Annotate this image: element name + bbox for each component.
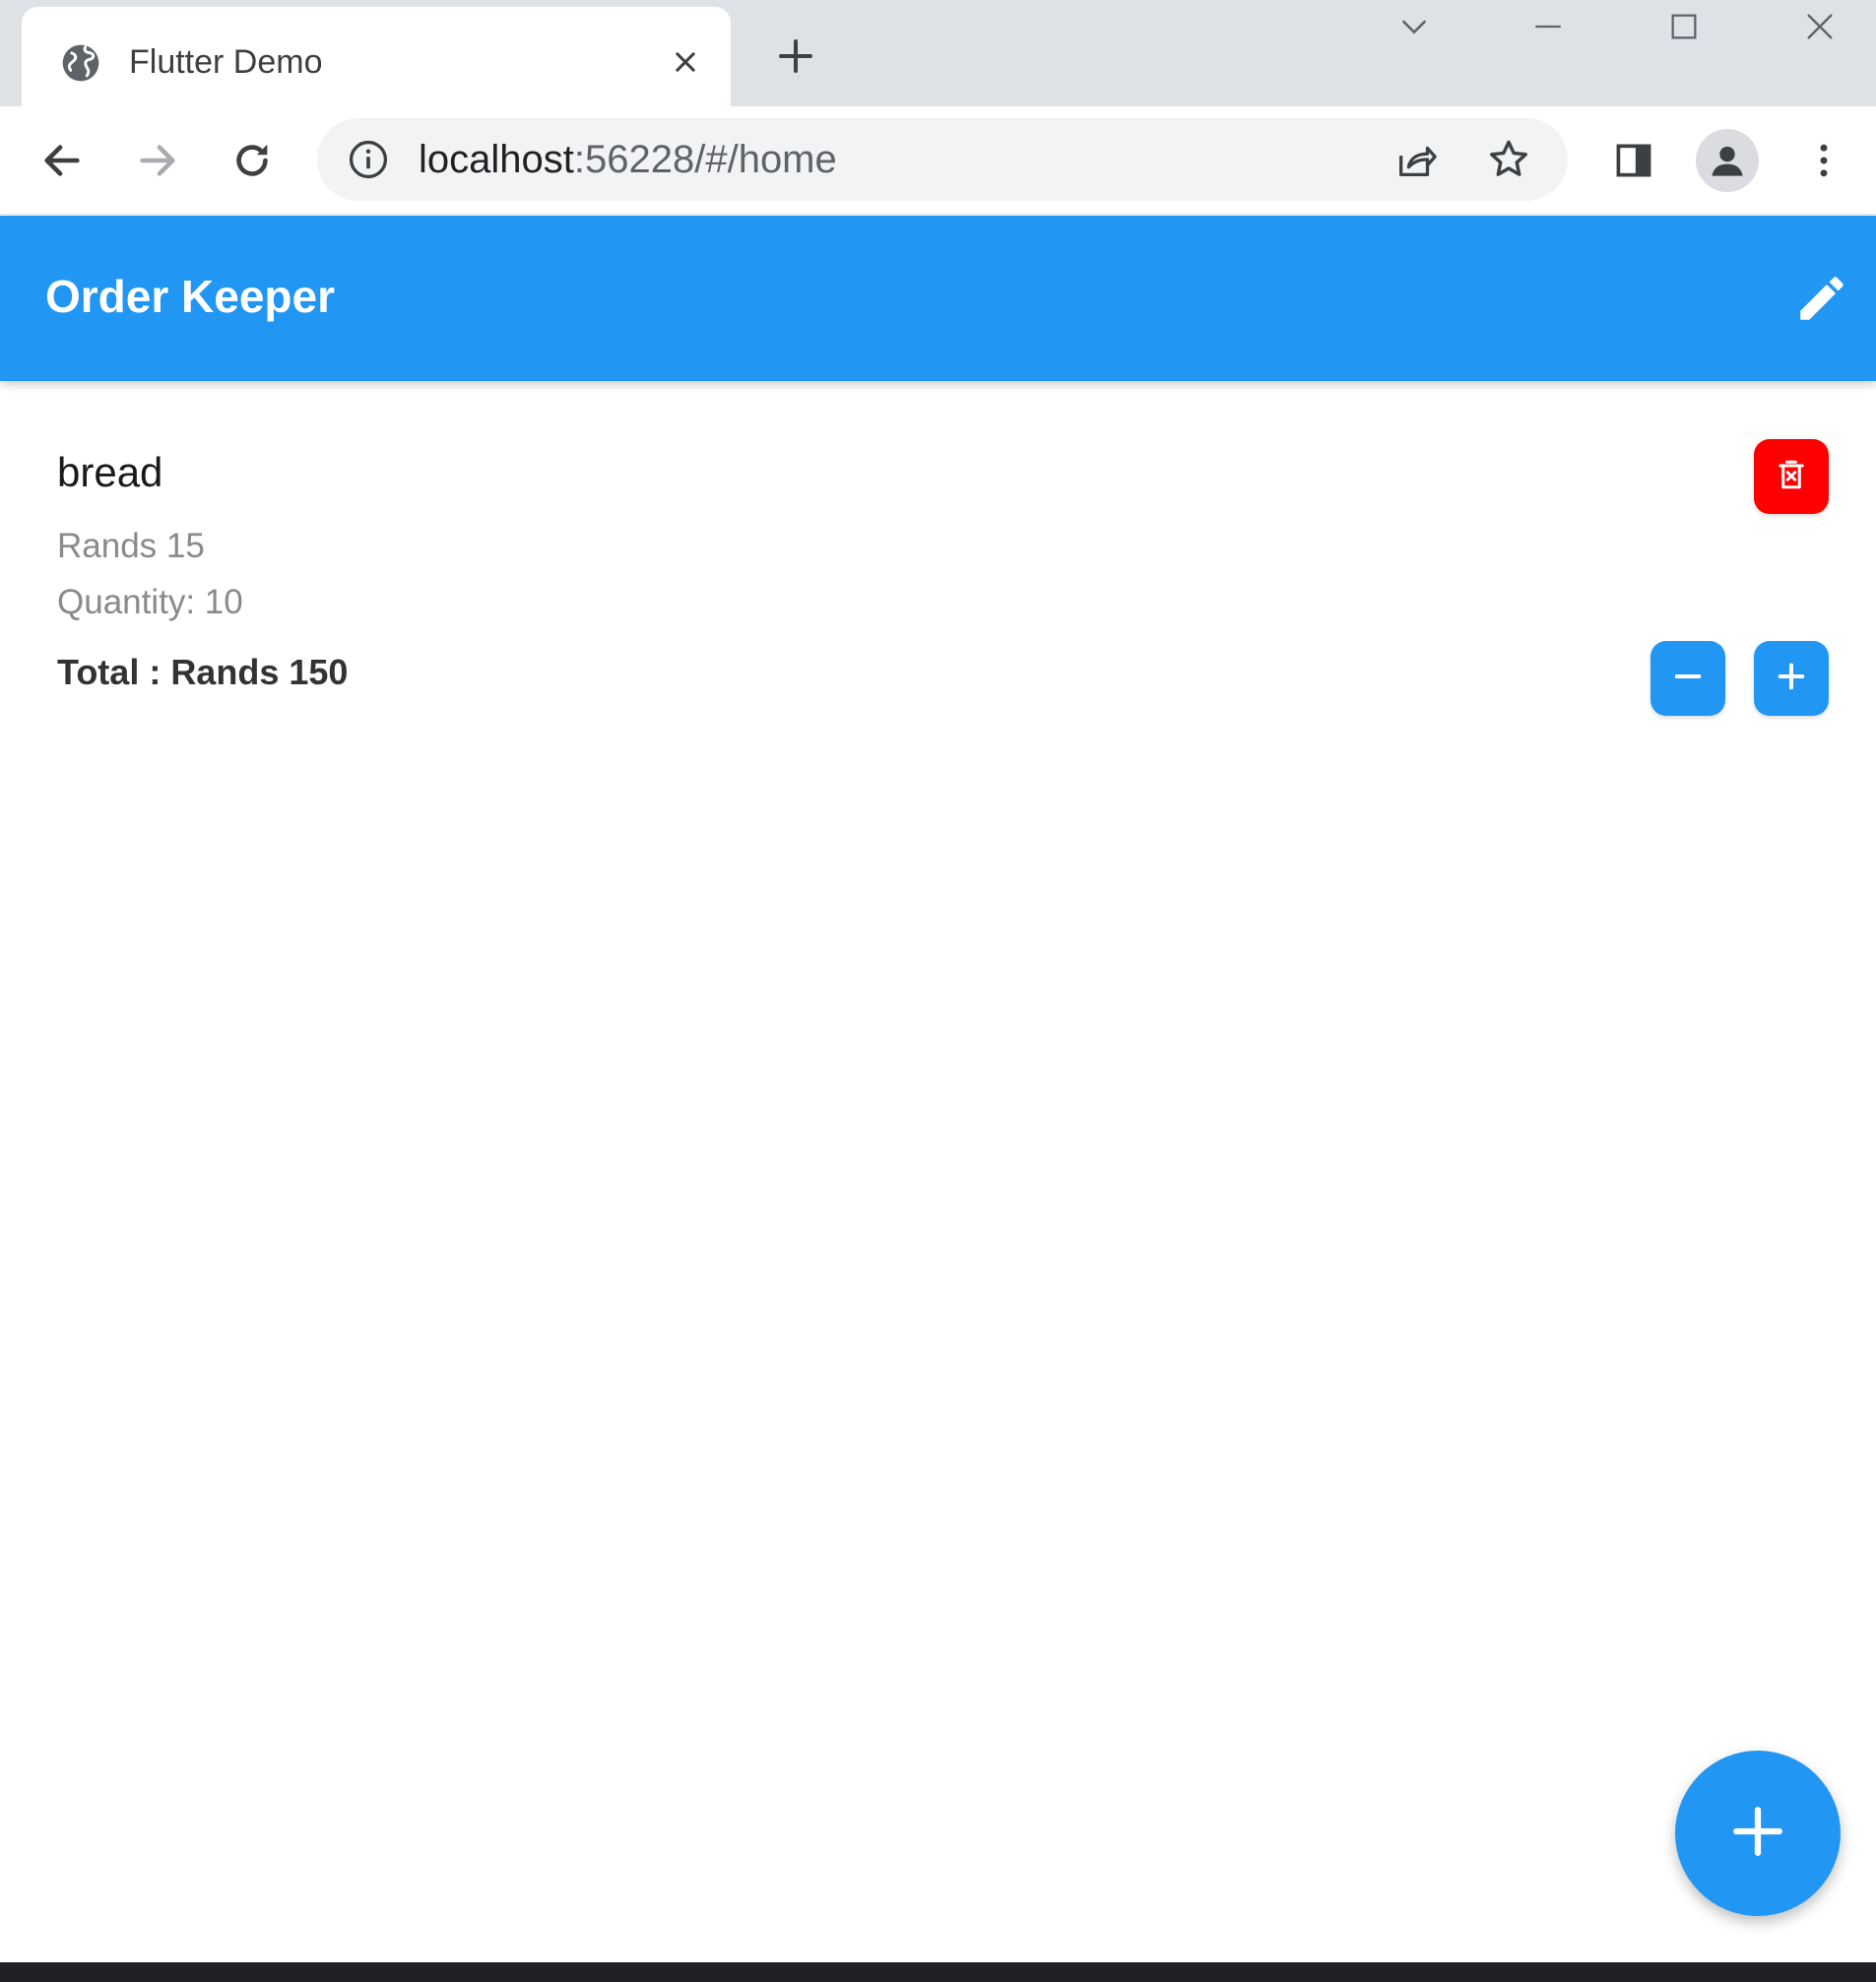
increase-quantity-button[interactable] <box>1754 641 1829 716</box>
kebab-menu-icon[interactable] <box>1794 131 1853 190</box>
plus-icon <box>1775 660 1808 698</box>
item-price: Rands 15 <box>57 527 205 565</box>
new-tab-button[interactable] <box>774 34 817 78</box>
taskbar-edge <box>0 1962 1876 1982</box>
reload-icon[interactable] <box>223 131 282 190</box>
minimize-window-icon[interactable] <box>1524 5 1572 48</box>
browser-window: Flutter Demo localhost:56228/#/home Orde… <box>0 0 1876 1982</box>
forward-arrow-icon[interactable] <box>128 131 187 190</box>
minus-icon <box>1671 660 1705 698</box>
plus-icon <box>1729 1803 1786 1865</box>
pencil-icon[interactable] <box>1790 267 1853 330</box>
info-icon[interactable] <box>347 138 390 181</box>
tab-strip: Flutter Demo <box>0 0 1876 106</box>
decrease-quantity-button[interactable] <box>1650 641 1725 716</box>
app-bar: Order Keeper <box>0 216 1876 381</box>
maximize-window-icon[interactable] <box>1660 5 1708 48</box>
item-quantity: Quantity: 10 <box>57 583 243 621</box>
back-arrow-icon[interactable] <box>32 131 92 190</box>
profile-avatar-icon[interactable] <box>1696 129 1759 192</box>
browser-tab-flutter-demo[interactable]: Flutter Demo <box>22 7 731 106</box>
tab-title: Flutter Demo <box>129 43 323 81</box>
globe-icon <box>59 41 102 85</box>
close-window-icon[interactable] <box>1796 5 1844 48</box>
url-host: localhost <box>419 138 574 181</box>
share-icon[interactable] <box>1391 134 1442 185</box>
delete-item-button[interactable] <box>1754 439 1829 514</box>
item-total: Total : Rands 150 <box>57 652 349 692</box>
item-name: bread <box>57 449 163 495</box>
url-path: :56228/#/home <box>573 138 837 181</box>
tab-search-chevron-icon[interactable] <box>1391 5 1438 48</box>
app-title: Order Keeper <box>45 271 336 322</box>
url-text[interactable]: localhost:56228/#/home <box>419 136 837 183</box>
star-icon[interactable] <box>1483 134 1534 185</box>
side-panel-icon[interactable] <box>1604 131 1663 190</box>
add-item-fab-button[interactable] <box>1675 1751 1841 1916</box>
trash-icon <box>1774 457 1809 497</box>
address-bar[interactable]: localhost:56228/#/home <box>317 118 1568 201</box>
browser-toolbar: localhost:56228/#/home <box>0 106 1876 215</box>
tab-close-icon[interactable] <box>666 42 705 82</box>
